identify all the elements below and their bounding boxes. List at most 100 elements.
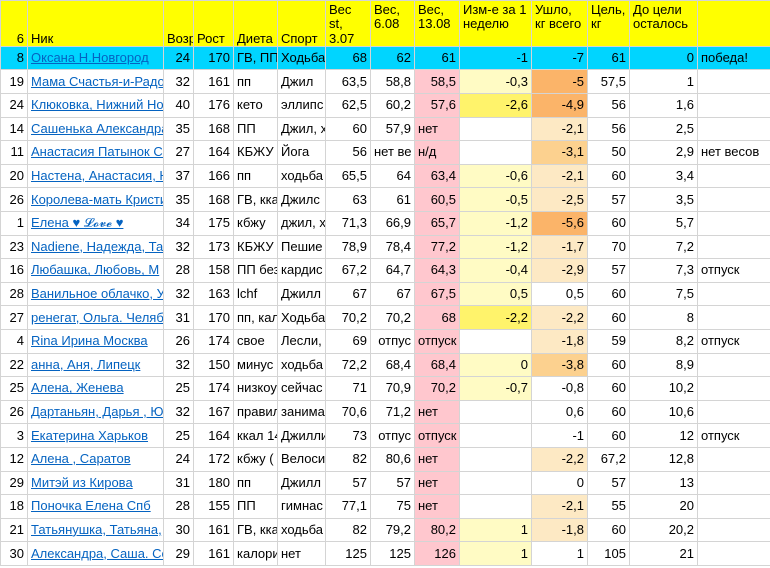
row-height[interactable]: 161 xyxy=(193,517,234,543)
row-diet[interactable]: ПП xyxy=(233,116,278,142)
row-weight-prev[interactable]: отпус xyxy=(370,329,415,354)
row-lost-total[interactable]: -4,9 xyxy=(531,93,588,118)
row-diet[interactable]: ПП без xyxy=(233,258,278,283)
row-change-week[interactable] xyxy=(459,494,532,519)
row-age[interactable]: 27 xyxy=(163,140,194,165)
row-weight-now[interactable]: нет xyxy=(414,116,460,142)
row-to-goal[interactable]: 7,3 xyxy=(629,258,698,283)
row-index[interactable]: 26 xyxy=(0,399,28,425)
row-note[interactable] xyxy=(697,281,770,307)
row-note[interactable] xyxy=(697,352,770,378)
row-diet[interactable]: ГВ, кка xyxy=(233,517,278,543)
row-nick[interactable]: Татьянушка, Татьяна, xyxy=(27,517,164,543)
row-height[interactable]: 155 xyxy=(193,494,234,519)
row-height[interactable]: 174 xyxy=(193,376,234,401)
row-diet[interactable]: правил xyxy=(233,399,278,425)
row-nick[interactable]: Поночка Елена Спб xyxy=(27,494,164,519)
row-change-week[interactable] xyxy=(459,399,532,425)
row-age[interactable]: 37 xyxy=(163,163,194,189)
row-sport[interactable]: Ходьба xyxy=(277,45,326,71)
row-weight-start[interactable]: 70,6 xyxy=(325,399,371,425)
row-nick[interactable]: Nadiene, Надежда, Та xyxy=(27,234,164,260)
row-to-goal[interactable]: 7,5 xyxy=(629,281,698,307)
header-age[interactable]: Возр xyxy=(163,0,194,47)
row-height[interactable]: 176 xyxy=(193,93,234,118)
row-weight-start[interactable]: 67 xyxy=(325,281,371,307)
row-age[interactable]: 32 xyxy=(163,234,194,260)
row-diet[interactable]: калори xyxy=(233,541,278,566)
row-lost-total[interactable]: 0,6 xyxy=(531,399,588,425)
row-goal[interactable]: 57 xyxy=(587,470,630,496)
row-diet[interactable]: минус xyxy=(233,352,278,378)
row-index[interactable]: 1 xyxy=(0,211,28,236)
header-weight-prev[interactable]: Вес, 6.08 xyxy=(370,0,415,47)
row-index[interactable]: 28 xyxy=(0,281,28,307)
row-goal[interactable]: 60 xyxy=(587,211,630,236)
header-to-goal[interactable]: До цели осталось xyxy=(629,0,698,47)
row-note[interactable] xyxy=(697,376,770,401)
row-sport[interactable]: ходьба xyxy=(277,163,326,189)
row-sport[interactable]: Джил xyxy=(277,69,326,95)
row-index[interactable]: 19 xyxy=(0,69,28,95)
row-index[interactable]: 25 xyxy=(0,376,28,401)
row-note[interactable] xyxy=(697,93,770,118)
row-goal[interactable]: 61 xyxy=(587,45,630,71)
row-weight-start[interactable]: 71,3 xyxy=(325,211,371,236)
row-weight-start[interactable]: 62,5 xyxy=(325,93,371,118)
row-diet[interactable]: кбжу ( xyxy=(233,446,278,472)
row-sport[interactable]: Джил, х xyxy=(277,116,326,142)
row-weight-start[interactable]: 57 xyxy=(325,470,371,496)
row-height[interactable]: 164 xyxy=(193,423,234,448)
row-nick[interactable]: ренегат, Ольга. Челяб xyxy=(27,305,164,331)
row-goal[interactable]: 50 xyxy=(587,140,630,165)
row-sport[interactable]: занима xyxy=(277,399,326,425)
row-weight-now[interactable]: н/д xyxy=(414,140,460,165)
row-sport[interactable]: кардис xyxy=(277,258,326,283)
row-index[interactable]: 26 xyxy=(0,187,28,213)
row-goal[interactable]: 60 xyxy=(587,376,630,401)
row-age[interactable]: 31 xyxy=(163,305,194,331)
row-height[interactable]: 175 xyxy=(193,211,234,236)
row-age[interactable]: 29 xyxy=(163,541,194,566)
row-height[interactable]: 161 xyxy=(193,69,234,95)
row-nick[interactable]: Елена ♥ 𝓛𝓸𝓿𝓮 ♥ xyxy=(27,211,164,236)
row-height[interactable]: 161 xyxy=(193,541,234,566)
row-sport[interactable]: джил, х xyxy=(277,211,326,236)
row-weight-now[interactable]: 61 xyxy=(414,45,460,71)
row-lost-total[interactable]: 1 xyxy=(531,541,588,566)
row-goal[interactable]: 60 xyxy=(587,517,630,543)
row-note[interactable] xyxy=(697,187,770,213)
header-weight-start[interactable]: Вес st, 3.07 xyxy=(325,0,371,47)
row-goal[interactable]: 56 xyxy=(587,93,630,118)
row-weight-now[interactable]: нет xyxy=(414,470,460,496)
header-lost-total[interactable]: Ушло, кг всего xyxy=(531,0,588,47)
row-index[interactable]: 11 xyxy=(0,140,28,165)
row-weight-start[interactable]: 63,5 xyxy=(325,69,371,95)
row-nick[interactable]: Сашенька Александра xyxy=(27,116,164,142)
row-lost-total[interactable]: -2,9 xyxy=(531,258,588,283)
row-note[interactable] xyxy=(697,541,770,566)
row-weight-now[interactable]: нет xyxy=(414,399,460,425)
row-change-week[interactable] xyxy=(459,470,532,496)
row-to-goal[interactable]: 1 xyxy=(629,69,698,95)
row-note[interactable]: нет весов xyxy=(697,140,770,165)
row-weight-now[interactable]: 68,4 xyxy=(414,352,460,378)
row-weight-start[interactable]: 73 xyxy=(325,423,371,448)
row-index[interactable]: 12 xyxy=(0,446,28,472)
row-nick[interactable]: Алена , Саратов xyxy=(27,446,164,472)
row-lost-total[interactable]: -1,8 xyxy=(531,329,588,354)
header-nick[interactable]: Ник xyxy=(27,0,164,47)
row-height[interactable]: 150 xyxy=(193,352,234,378)
row-change-week[interactable]: -0,7 xyxy=(459,376,532,401)
row-sport[interactable]: гимнас xyxy=(277,494,326,519)
row-note[interactable] xyxy=(697,517,770,543)
row-to-goal[interactable]: 8,2 xyxy=(629,329,698,354)
row-to-goal[interactable]: 12 xyxy=(629,423,698,448)
row-index[interactable]: 29 xyxy=(0,470,28,496)
row-nick[interactable]: Клюковка, Нижний Новгород xyxy=(27,93,164,118)
row-weight-prev[interactable]: 64 xyxy=(370,163,415,189)
row-sport[interactable]: Велоси xyxy=(277,446,326,472)
row-to-goal[interactable]: 5,7 xyxy=(629,211,698,236)
row-lost-total[interactable]: -2,1 xyxy=(531,116,588,142)
row-to-goal[interactable]: 20 xyxy=(629,494,698,519)
